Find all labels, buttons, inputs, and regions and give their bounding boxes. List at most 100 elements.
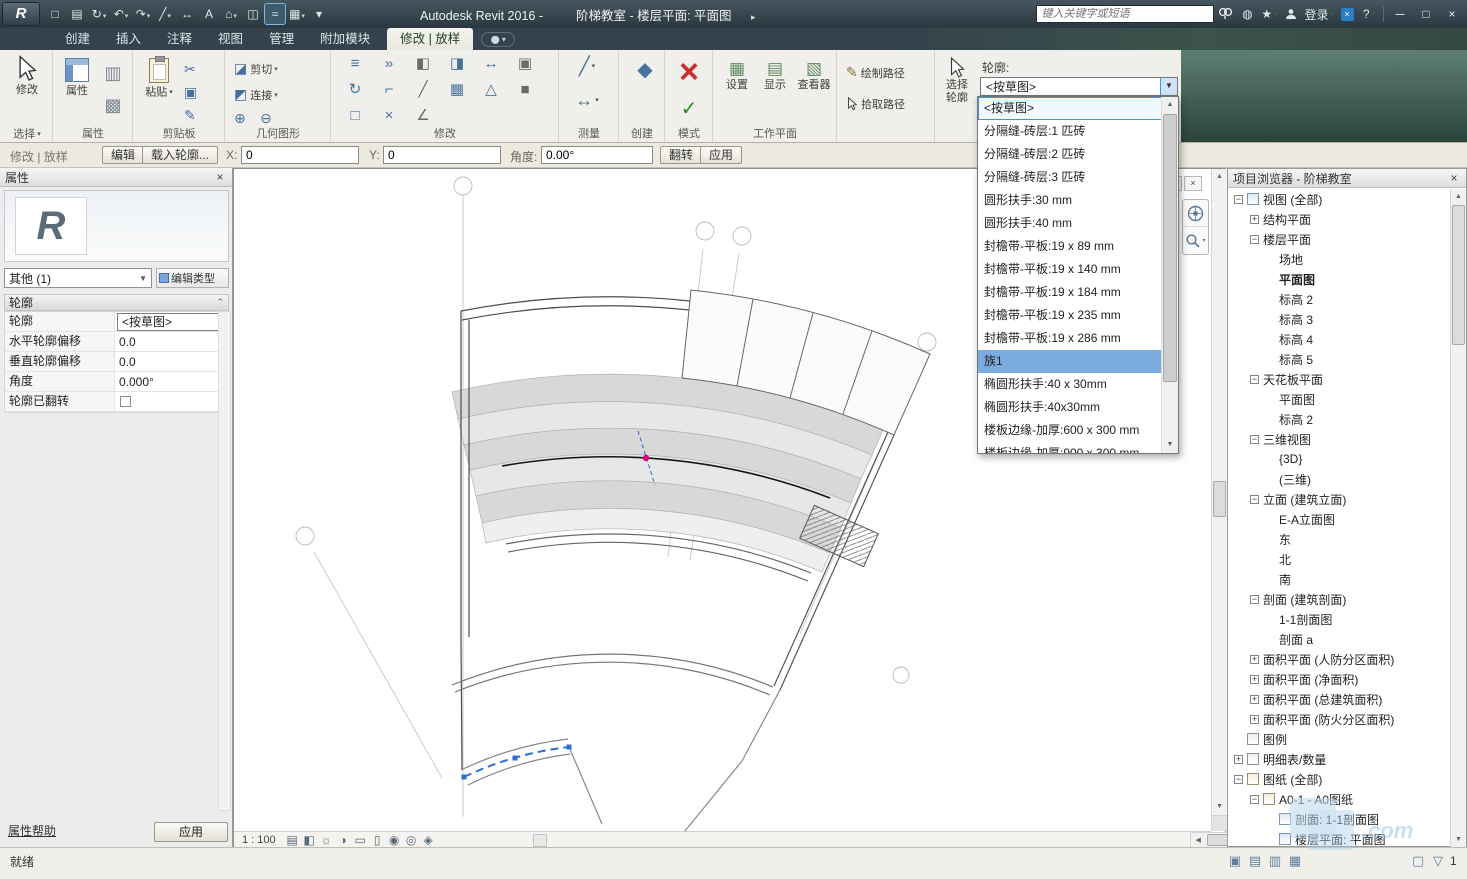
offset-icon[interactable]: » bbox=[372, 52, 406, 78]
scroll-up-icon[interactable]: ▲ bbox=[1451, 189, 1466, 204]
set-workplane-button[interactable]: ▦ 设置 bbox=[719, 58, 755, 118]
copy-to-clipboard-icon[interactable]: ▣ bbox=[184, 84, 197, 101]
sketch-path-button[interactable]: ✎ 绘制路径 bbox=[846, 64, 905, 81]
cut-geometry-button[interactable]: ◪ 剪切 bbox=[234, 60, 278, 77]
type-selector[interactable]: 其他 (1) ▼ bbox=[4, 268, 152, 288]
tree-item[interactable]: E-A立面图 bbox=[1228, 509, 1450, 529]
tree-item[interactable]: 剖面 a bbox=[1228, 629, 1450, 649]
analysis-display-icon[interactable]: ◈ bbox=[420, 833, 437, 847]
thin-lines-icon[interactable]: ≈ bbox=[265, 4, 285, 24]
reveal-hidden-icon[interactable]: ◎ bbox=[403, 833, 420, 847]
select-profile-button[interactable]: 选择 轮廓 bbox=[938, 52, 976, 138]
expand-glyph[interactable]: + bbox=[1250, 675, 1259, 684]
tree-item[interactable]: 平面图 bbox=[1228, 269, 1450, 289]
visual-style-icon[interactable]: ◧ bbox=[301, 833, 318, 847]
sign-in-label[interactable]: 登录 bbox=[1302, 4, 1336, 24]
app-menu-button[interactable]: R bbox=[2, 2, 40, 26]
dropdown-item[interactable]: 分隔缝-砖层:3 匹砖 bbox=[978, 166, 1178, 189]
tree-item[interactable]: +面积平面 (总建筑面积) bbox=[1228, 689, 1450, 709]
expand-glyph[interactable]: + bbox=[1250, 715, 1259, 724]
tree-item[interactable]: +面积平面 (防火分区面积) bbox=[1228, 709, 1450, 729]
trim-extend-icon[interactable]: ⌐ bbox=[372, 78, 406, 104]
tree-item[interactable]: 标高 2 bbox=[1228, 409, 1450, 429]
zoom-icon[interactable]: ▾ bbox=[1183, 227, 1208, 254]
browser-scroll-thumb[interactable] bbox=[1452, 205, 1465, 345]
dropdown-item[interactable]: 封檐带-平板:19 x 89 mm bbox=[978, 235, 1178, 258]
dropdown-item[interactable]: 封檐带-平板:19 x 235 mm bbox=[978, 304, 1178, 327]
paste-button[interactable]: 粘贴 bbox=[140, 53, 178, 125]
user-icon[interactable] bbox=[1280, 4, 1302, 24]
undo-icon[interactable]: ↶▾ bbox=[111, 4, 131, 24]
tab-管理[interactable]: 管理 bbox=[256, 28, 307, 50]
mirror-pick-axis-icon[interactable]: ◧ bbox=[406, 52, 440, 78]
scrollbar-splitter[interactable] bbox=[533, 834, 547, 847]
dropdown-item[interactable]: 圆形扶手:30 mm bbox=[978, 189, 1178, 212]
search-input[interactable] bbox=[1036, 5, 1214, 23]
chevron-down-icon[interactable]: ▾ bbox=[103, 13, 107, 20]
scale-icon[interactable]: △ bbox=[474, 78, 508, 104]
chevron-down-icon[interactable]: ▾ bbox=[167, 13, 171, 20]
tree-item[interactable]: 图例 bbox=[1228, 729, 1450, 749]
profile-combobox[interactable]: <按草图> ▼ bbox=[980, 77, 1178, 96]
tree-item[interactable]: −A0-1 - A0图纸 bbox=[1228, 789, 1450, 809]
tree-item[interactable]: 1-1剖面图 bbox=[1228, 609, 1450, 629]
tab-创建[interactable]: 创建 bbox=[52, 28, 103, 50]
collapse-section-icon[interactable]: ⌃ bbox=[216, 297, 224, 308]
scroll-down-icon[interactable]: ▼ bbox=[1212, 799, 1227, 814]
split-icon[interactable]: ╱ bbox=[406, 78, 440, 104]
temporary-hide-icon[interactable]: ◉ bbox=[386, 833, 403, 847]
dropdown-item[interactable]: 楼板边缘-加厚:900 x 300 mm bbox=[978, 442, 1178, 454]
tree-item[interactable]: (三维) bbox=[1228, 469, 1450, 489]
filter-icon[interactable]: ▽ bbox=[1428, 852, 1448, 870]
chevron-down-icon[interactable]: ▾ bbox=[301, 13, 305, 20]
tree-item[interactable]: 标高 4 bbox=[1228, 329, 1450, 349]
chevron-down-icon[interactable]: ▾ bbox=[233, 13, 237, 20]
move-icon[interactable]: ↔ bbox=[474, 52, 508, 78]
design-options-icon[interactable]: ▥ bbox=[1265, 852, 1285, 870]
property-checkbox[interactable] bbox=[120, 396, 131, 407]
tree-item[interactable]: 北 bbox=[1228, 549, 1450, 569]
properties-scrollbar[interactable] bbox=[218, 311, 231, 811]
demolish-button[interactable]: ⊖ bbox=[260, 110, 275, 127]
section-icon[interactable]: ◫ bbox=[243, 4, 263, 24]
aligned-dimension-icon[interactable]: ↔ bbox=[177, 4, 197, 24]
minimize-button[interactable]: ─ bbox=[1387, 4, 1413, 24]
align-icon[interactable]: ≡ bbox=[338, 52, 372, 78]
scroll-left-icon[interactable]: ◀ bbox=[1191, 833, 1206, 848]
pick-path-button[interactable]: 拾取路径 bbox=[846, 96, 905, 112]
profile-origin-point[interactable] bbox=[643, 455, 649, 461]
maximize-button[interactable]: □ bbox=[1413, 4, 1439, 24]
tree-item[interactable]: −楼层平面 bbox=[1228, 229, 1450, 249]
scroll-up-icon[interactable]: ▲ bbox=[1162, 97, 1178, 113]
tree-item[interactable]: 剖面: 1-1剖面图 bbox=[1228, 809, 1450, 829]
chevron-down-icon[interactable]: ▾ bbox=[125, 13, 129, 20]
load-profile-button[interactable]: 载入轮廓... bbox=[142, 146, 218, 164]
collapse-glyph[interactable]: − bbox=[1250, 595, 1259, 604]
switch-windows-icon[interactable]: ▦▾ bbox=[287, 4, 307, 24]
dropdown-scroll-thumb[interactable] bbox=[1163, 114, 1177, 382]
scroll-up-icon[interactable]: ▲ bbox=[1212, 169, 1227, 184]
property-value-combo[interactable]: <按草图> bbox=[117, 313, 226, 331]
apply-button[interactable]: 应用 bbox=[700, 146, 742, 164]
vertical-scroll-thumb[interactable] bbox=[1213, 481, 1226, 517]
match-type-icon[interactable]: ✎ bbox=[184, 107, 197, 124]
family-types-button[interactable]: ▥ bbox=[98, 58, 128, 88]
tree-item[interactable]: −天花板平面 bbox=[1228, 369, 1450, 389]
properties-help-link[interactable]: 属性帮助 bbox=[8, 822, 56, 839]
expand-glyph[interactable]: + bbox=[1250, 215, 1259, 224]
background-process-icon[interactable]: ▦ bbox=[1285, 852, 1305, 870]
detail-level-icon[interactable]: ▤ bbox=[284, 833, 301, 847]
dropdown-item[interactable]: <按草图> bbox=[978, 97, 1178, 120]
dropdown-item[interactable]: 圆形扶手:40 mm bbox=[978, 212, 1178, 235]
tree-item[interactable]: {3D} bbox=[1228, 449, 1450, 469]
scroll-down-icon[interactable]: ▼ bbox=[1451, 832, 1466, 847]
sketch-grip[interactable] bbox=[462, 775, 467, 780]
text-icon[interactable]: A bbox=[199, 4, 219, 24]
property-value[interactable]: 0.0 bbox=[115, 335, 140, 349]
expand-glyph[interactable]: + bbox=[1250, 655, 1259, 664]
exchange-apps-icon[interactable]: × bbox=[1336, 4, 1358, 24]
chevron-down-icon[interactable]: ▼ bbox=[1160, 78, 1177, 95]
tree-item[interactable]: 平面图 bbox=[1228, 389, 1450, 409]
close-icon[interactable] bbox=[1447, 171, 1461, 185]
dropdown-item[interactable]: 楼板边缘-加厚:600 x 300 mm bbox=[978, 419, 1178, 442]
